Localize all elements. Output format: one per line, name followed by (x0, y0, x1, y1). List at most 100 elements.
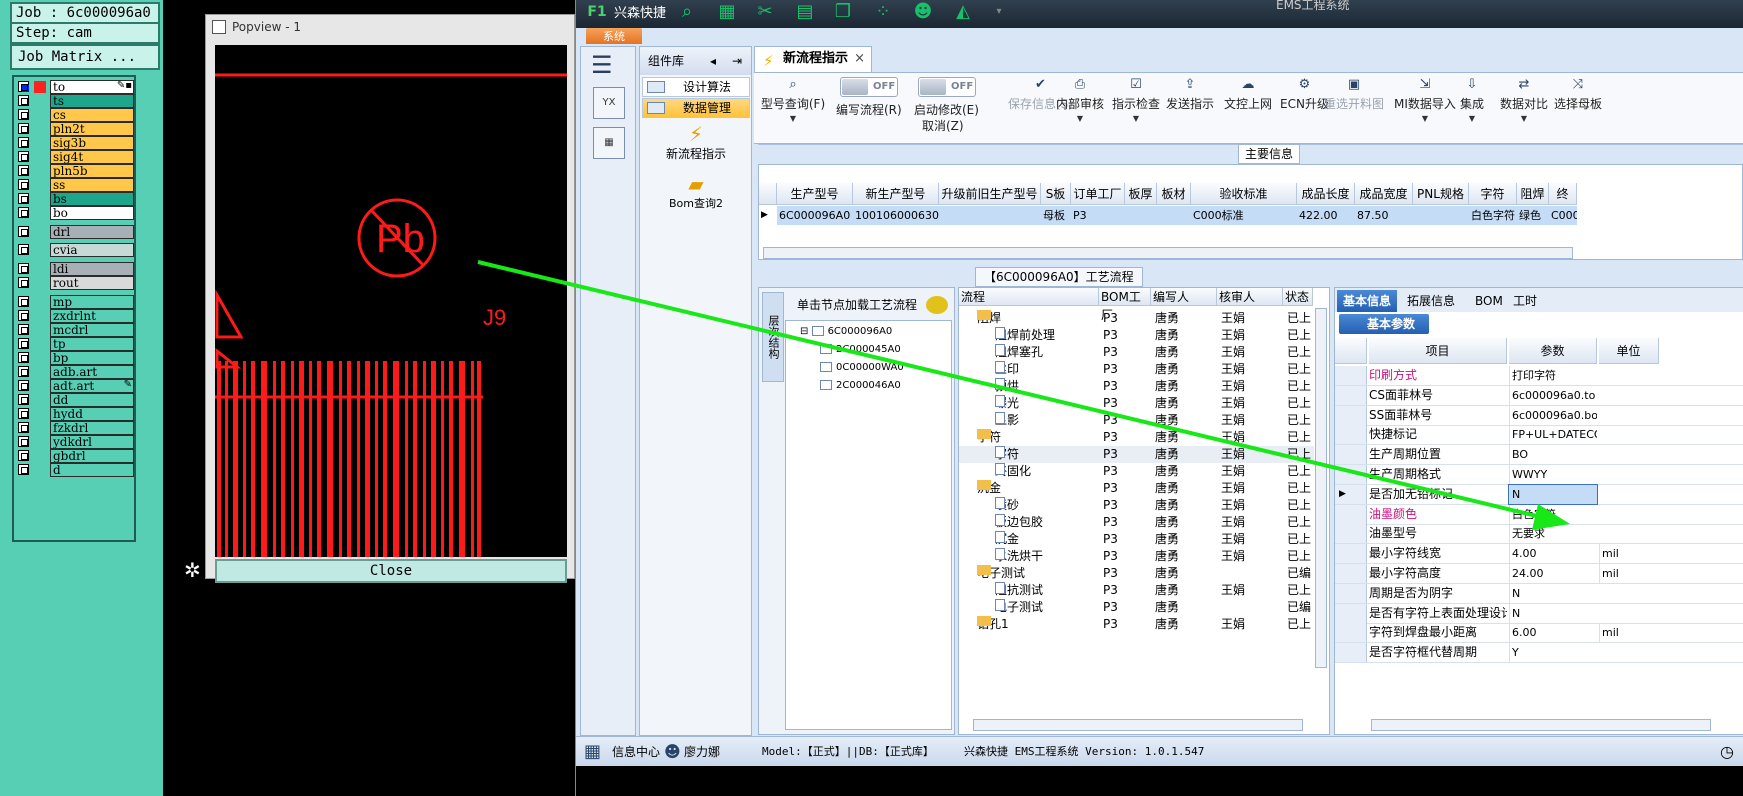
tile-bom-query[interactable]: ▰ Bom查询2 (642, 173, 750, 217)
column-header[interactable]: 单位 (1599, 338, 1659, 364)
table-cell[interactable]: 绿色 (1517, 206, 1549, 225)
ribbon-button[interactable]: ⇄ 数据对比 ▼ (1500, 77, 1548, 123)
property-value[interactable]: 4.00 (1509, 544, 1597, 564)
layer-checkbox[interactable] (18, 338, 29, 349)
layer-name[interactable]: dd (50, 393, 134, 407)
apps-icon[interactable]: ▦ (584, 737, 601, 767)
calculator-icon[interactable]: ▦ (593, 127, 625, 159)
info-center-label[interactable]: 信息中心 (612, 737, 660, 767)
layer-name[interactable]: sig3b (50, 136, 134, 150)
property-row[interactable]: 生产周期格式 WWYY (1335, 465, 1743, 485)
layer-name[interactable]: pln2t (50, 122, 134, 136)
column-header[interactable]: 核审人 (1217, 288, 1283, 306)
layer-row[interactable]: sig4t (16, 150, 134, 164)
layer-name[interactable]: tp (50, 337, 134, 351)
column-header[interactable]: 订单工厂 (1071, 183, 1125, 205)
layer-row[interactable]: bo (16, 206, 134, 220)
column-header[interactable]: 参数 (1509, 338, 1597, 364)
property-value[interactable]: 6.00 (1509, 623, 1597, 643)
layer-name[interactable]: drl (50, 225, 134, 239)
property-value[interactable]: 6c000096a0.to (1509, 385, 1597, 405)
layer-checkbox[interactable] (18, 464, 29, 475)
table-row[interactable]: ⊟电子测试 P3 唐勇 已编 (959, 565, 1314, 582)
properties-tab[interactable]: BOM (1469, 290, 1509, 312)
table-row[interactable]: 丝印 P3 唐勇 王娟 已上 (959, 361, 1314, 378)
popview-canvas[interactable]: Pb J9 (215, 45, 567, 557)
property-value[interactable]: 打印字符 (1509, 366, 1597, 385)
collapse-icon[interactable]: ⊟ (800, 326, 812, 337)
column-header[interactable]: 阻焊 (1517, 183, 1549, 205)
properties-tab[interactable]: 基本信息 (1337, 290, 1398, 312)
tree-node[interactable]: ⊟ 6C000096A0 (800, 325, 892, 339)
ribbon-button[interactable]: ⎙ 内部审核 ▼ (1056, 77, 1104, 123)
layer-checkbox[interactable] (18, 408, 29, 419)
table-row[interactable]: 终固化 P3 唐勇 王娟 已上 (959, 463, 1314, 480)
property-value[interactable]: N (1508, 483, 1598, 505)
layer-row[interactable]: tp (16, 337, 134, 351)
column-header[interactable]: S板 (1041, 183, 1071, 205)
layer-row[interactable]: bp (16, 351, 134, 365)
property-row[interactable]: 字符到焊盘最小距离 6.00 mil (1335, 623, 1743, 644)
apps-icon[interactable]: ⁘ (872, 2, 894, 22)
table-row[interactable]: ⊟钻孔1 P3 唐勇 王娟 已上 (959, 616, 1314, 633)
horizontal-scrollbar[interactable] (973, 719, 1303, 731)
layer-row[interactable]: ydkdrl (16, 435, 134, 449)
property-value[interactable]: BO (1509, 445, 1597, 465)
grid-icon[interactable]: ▦ (716, 2, 738, 22)
table-cell[interactable] (1157, 206, 1191, 225)
layer-name[interactable]: adb.art (50, 365, 134, 379)
scissors-icon[interactable]: ✂ (754, 2, 776, 22)
property-value[interactable]: 无要求 (1509, 524, 1597, 544)
table-row[interactable]: 显影 P3 唐勇 王娟 已上 (959, 412, 1314, 429)
layer-row[interactable]: d (16, 463, 134, 477)
column-header[interactable]: 板厚 (1125, 183, 1157, 205)
layer-checkbox[interactable] (18, 450, 29, 461)
column-header[interactable]: 验收标准 (1191, 183, 1297, 205)
table-row[interactable]: 阻焊塞孔 P3 唐勇 王娟 已上 (959, 344, 1314, 361)
column-header[interactable]: 升级前旧生产型号 (939, 183, 1041, 205)
table-cell[interactable]: C000 (1549, 206, 1577, 225)
film-icon[interactable]: ▤ (794, 2, 816, 22)
ribbon-button[interactable]: ☑ 指示检查 ▼ (1112, 77, 1160, 123)
layer-row[interactable]: ts (16, 94, 134, 108)
layer-checkbox[interactable] (18, 226, 29, 237)
tree-node[interactable]: 0C00000WA0 (820, 361, 904, 375)
column-header[interactable]: 成品长度 (1297, 183, 1355, 205)
cancel-label[interactable]: 取消(Z) (922, 117, 964, 134)
column-header[interactable]: BOM工厂 (1099, 288, 1151, 322)
column-header[interactable]: 新生产型号 (853, 183, 939, 205)
layer-checkbox[interactable] (18, 366, 29, 377)
property-value[interactable]: WWYY (1509, 465, 1597, 484)
layer-row[interactable]: rout (16, 276, 134, 290)
chart-icon[interactable]: ◭ (952, 2, 974, 22)
layer-name[interactable]: ldi (50, 262, 134, 276)
layer-row[interactable]: fzkdrl (16, 421, 134, 435)
layer-checkbox[interactable] (18, 380, 29, 391)
property-value[interactable]: N (1509, 603, 1597, 623)
edit-flow-toggle[interactable]: OFF (840, 77, 898, 97)
copy-icon[interactable]: ❐ (832, 2, 854, 22)
property-value[interactable]: 24.00 (1509, 564, 1597, 583)
table-cell[interactable] (1413, 206, 1469, 225)
table-row[interactable]: 水洗烘干 P3 唐勇 王娟 已上 (959, 548, 1314, 565)
layer-checkbox[interactable] (18, 310, 29, 321)
table-cell[interactable] (1125, 206, 1157, 225)
layer-checkbox[interactable] (18, 81, 29, 92)
property-value[interactable]: N (1509, 583, 1597, 603)
property-row[interactable]: 是否字符框代替周期 Y (1335, 643, 1743, 664)
ribbon-button[interactable]: ⤨ 选择母板 (1554, 77, 1602, 112)
table-row[interactable]: ⊟沉金 P3 唐勇 王娟 已上 (959, 480, 1314, 497)
property-row[interactable]: ▶ 是否加无铅标记 N (1335, 483, 1743, 505)
table-row[interactable]: 沉金 P3 唐勇 王娟 已上 (959, 531, 1314, 548)
ribbon-button[interactable]: ⇩ 集成 ▼ (1460, 77, 1484, 123)
layer-name[interactable]: mp (50, 295, 134, 309)
properties-tab[interactable]: 拓展信息 (1401, 290, 1461, 312)
close-icon[interactable]: × (854, 47, 865, 71)
ribbon-button[interactable]: ⇲ MI数据导入 ▼ (1394, 77, 1456, 123)
horizontal-scrollbar[interactable] (1371, 719, 1711, 731)
property-row[interactable]: 最小字符高度 24.00 mil (1335, 564, 1743, 584)
layer-row[interactable]: ldi (16, 262, 134, 276)
layer-row[interactable]: pln5b (16, 164, 134, 178)
layer-row[interactable]: gbdrl (16, 449, 134, 463)
layer-name[interactable]: cvia (50, 243, 134, 257)
